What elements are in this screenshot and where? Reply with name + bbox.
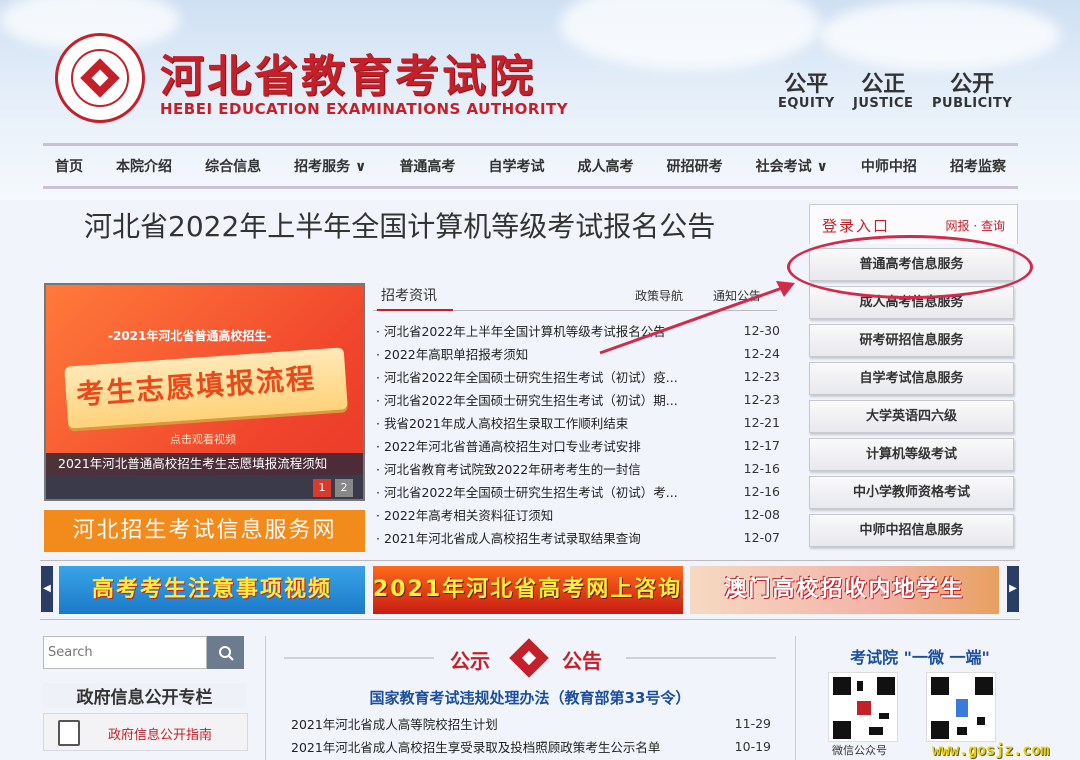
- banner-tag: -2021年河北省普通高校招生-: [108, 329, 272, 343]
- ad-online-consult[interactable]: 2021年河北省高考网上咨询大厅: [373, 566, 683, 614]
- page: 河北省教育考试院 HEBEI EDUCATION EXAMINATIONS AU…: [0, 0, 1080, 760]
- banner-pager: 1 2: [313, 479, 353, 497]
- list-item[interactable]: 2021年河北省成人高等院校招生计划 11-29: [291, 712, 771, 735]
- notice-subtitle-link[interactable]: 国家教育考试违规处理办法（教育部第33号令）: [284, 687, 776, 708]
- service-secondary[interactable]: 中师中招信息服务: [809, 514, 1014, 547]
- nav-social-exam[interactable]: 社会考试 ∨: [756, 156, 828, 176]
- notice-right-label: 公告: [562, 649, 602, 673]
- service-computer-exam[interactable]: 计算机等级考试: [809, 438, 1014, 471]
- ad-gaokao-video[interactable]: 高考考生注意事项视频: [59, 566, 365, 614]
- list-item[interactable]: · 河北省2022年全国硕士研究生招生考试（初试）考... 12-16: [376, 480, 780, 503]
- main-nav: 首页 本院介绍 综合信息 招考服务 ∨ 普通高考 自学考试 成人高考 研招研考 …: [43, 143, 1018, 189]
- service-graduate[interactable]: 研考研招信息服务: [809, 324, 1014, 357]
- banner-page-2[interactable]: 2: [335, 479, 353, 497]
- notice-emblem-icon: [509, 638, 549, 678]
- motto-publicity: 公开 PUBLICITY: [932, 71, 1013, 111]
- list-item[interactable]: · 2022年高考相关资料征订须知 12-08: [376, 503, 780, 526]
- login-query-link[interactable]: 网报 · 查询: [946, 217, 1005, 234]
- site-subtitle: HEBEI EDUCATION EXAMINATIONS AUTHORITY: [160, 100, 569, 118]
- motto-equity: 公平 EQUITY: [778, 71, 835, 111]
- info-service-link[interactable]: 河北招生考试信息服务网: [44, 510, 365, 552]
- nav-graduate-exam[interactable]: 研招研考: [667, 156, 723, 176]
- nav-general-info[interactable]: 综合信息: [205, 156, 261, 176]
- tab-exam-news[interactable]: 招考资讯: [377, 285, 453, 311]
- wechat-qr-code-icon: [828, 672, 898, 742]
- divider: [265, 636, 266, 760]
- logo-seal-icon[interactable]: [55, 33, 145, 123]
- divider: [795, 636, 796, 760]
- search-input[interactable]: [43, 636, 207, 669]
- gov-guide-label: 政府信息公开指南: [108, 728, 213, 743]
- highlight-ring: [787, 235, 1033, 299]
- gov-info-title: 政府信息公开专栏: [43, 683, 246, 708]
- service-self-study[interactable]: 自学考试信息服务: [809, 362, 1014, 395]
- ad-prev-icon[interactable]: ◀: [41, 566, 53, 612]
- banner-caption[interactable]: 2021年河北普通高校招生考生志愿填报流程须知: [46, 453, 363, 475]
- headline-link[interactable]: 河北省2022年上半年全国计算机等级考试报名公告: [84, 205, 715, 245]
- nav-supervision[interactable]: 招考监察: [950, 156, 1006, 176]
- banner-watch-video: 点击观看视频: [170, 433, 236, 446]
- banner-page-1[interactable]: 1: [313, 479, 331, 497]
- notice-left-label: 公示: [450, 649, 490, 673]
- app-qr-code-icon: [926, 672, 996, 742]
- list-item[interactable]: · 我省2021年成人高校招生录取工作顺利结束 12-21: [376, 411, 780, 434]
- search-button[interactable]: [207, 636, 244, 669]
- service-cet[interactable]: 大学英语四六级: [809, 400, 1014, 433]
- notice-list: 2021年河北省成人高等院校招生计划 11-29 2021年河北省成人高校招生享受…: [291, 712, 771, 758]
- nav-about[interactable]: 本院介绍: [116, 156, 172, 176]
- nav-adult-exam[interactable]: 成人高考: [578, 156, 634, 176]
- ad-macau-universities[interactable]: 澳门高校招收内地学生: [690, 566, 999, 614]
- search-icon: [218, 645, 234, 661]
- wechat-title: 考试院 "一微 一端": [850, 648, 990, 667]
- site-title[interactable]: 河北省教育考试院: [160, 40, 536, 104]
- banner-carousel[interactable]: -2021年河北省普通高校招生- 考生志愿填报流程 点击观看视频 2021年河北…: [44, 283, 365, 501]
- motto-justice: 公正 JUSTICE: [853, 71, 914, 111]
- nav-exam-services[interactable]: 招考服务 ∨: [294, 156, 366, 176]
- list-item[interactable]: · 河北省2022年全国硕士研究生招生考试（初试）期... 12-23: [376, 388, 780, 411]
- list-item[interactable]: · 河北省教育考试院致2022年研考考生的一封信 12-16: [376, 457, 780, 480]
- ad-next-icon[interactable]: ▶: [1007, 566, 1019, 612]
- watermark: www.gosjz.com: [932, 741, 1050, 759]
- nav-self-study[interactable]: 自学考试: [488, 156, 544, 176]
- list-item[interactable]: · 2021年河北省成人高校招生考试录取结果查询 12-07: [376, 526, 780, 549]
- list-item[interactable]: · 2022年河北省普通高校招生对口专业考试安排 12-17: [376, 434, 780, 457]
- gov-info-guide-link[interactable]: 政府信息公开指南: [43, 713, 248, 751]
- login-entry[interactable]: 登录入口: [822, 215, 890, 236]
- service-teacher-cert[interactable]: 中小学教师资格考试: [809, 476, 1014, 509]
- annotation-arrow-icon: [599, 281, 795, 355]
- wechat-caption: 微信公众号: [832, 744, 887, 757]
- nav-secondary-school[interactable]: 中师中招: [861, 156, 917, 176]
- nav-gaokao[interactable]: 普通高考: [399, 156, 455, 176]
- nav-home[interactable]: 首页: [55, 156, 83, 176]
- notice-header: 公示 公告: [284, 638, 776, 678]
- list-item[interactable]: · 河北省2022年全国硕士研究生招生考试（初试）疫... 12-23: [376, 365, 780, 388]
- document-icon: [58, 720, 80, 746]
- list-item[interactable]: 2021年河北省成人高校招生享受录取及投档照顾政策考生公示名单 10-19: [291, 735, 771, 758]
